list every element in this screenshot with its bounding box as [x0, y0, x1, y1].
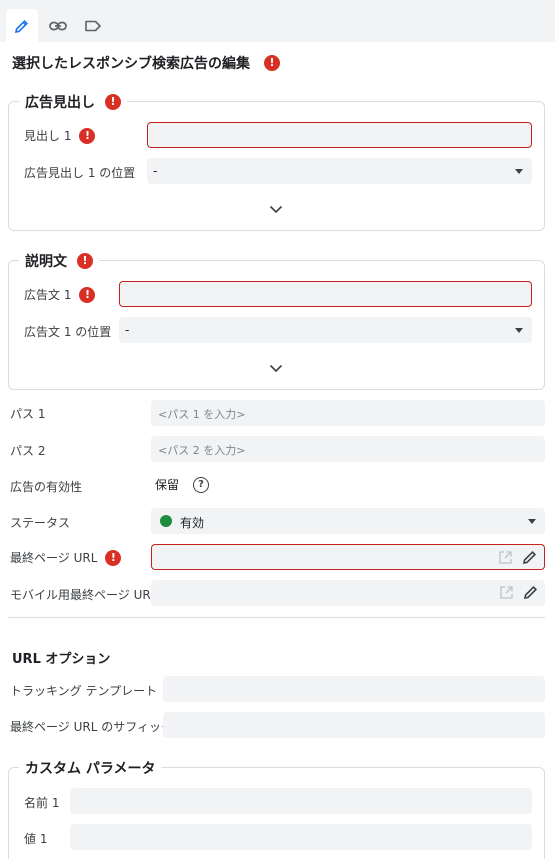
status-select[interactable]: 有効	[151, 508, 545, 534]
dropdown-caret-icon	[515, 169, 523, 174]
final-url-label: 最終ページ URL !	[10, 549, 122, 566]
description-1-position-label: 広告文 1 の位置	[24, 323, 111, 340]
param-value-1-label-text: 値 1	[24, 832, 48, 846]
final-url-suffix-label: 最終ページ URL のサフィックス	[10, 718, 185, 735]
tracking-template-label-text: トラッキング テンプレート	[10, 684, 158, 698]
final-url-label-text: 最終ページ URL	[10, 551, 98, 565]
tracking-template-label: トラッキング テンプレート	[10, 682, 157, 699]
mobile-url-label-text: モバイル用最終ページ URL	[10, 588, 158, 602]
final-url-input[interactable]	[151, 544, 545, 570]
dropdown-caret-icon	[528, 519, 536, 524]
headline-1-position-label-text: 広告見出し 1 の位置	[24, 166, 136, 180]
param-name-1-label-text: 名前 1	[24, 796, 60, 810]
ad-strength-value-text: 保留	[155, 478, 180, 492]
url-options-title: URL オプション	[12, 652, 111, 667]
error-icon: !	[105, 94, 121, 110]
ad-strength-label: 広告の有効性	[10, 478, 82, 495]
tab-labels[interactable]	[77, 9, 109, 42]
mobile-url-label: モバイル用最終ページ URL	[10, 586, 157, 603]
path-1-input[interactable]: <パス 1 を入力>	[151, 400, 545, 426]
param-name-1-label: 名前 1	[24, 794, 59, 811]
path-2-label-text: パス 2	[10, 444, 46, 458]
edit-pencil-icon[interactable]	[523, 584, 539, 603]
param-value-1-label: 値 1	[24, 830, 47, 847]
tracking-template-input[interactable]	[163, 676, 545, 702]
headline-1-label-text: 見出し 1	[24, 129, 72, 143]
help-icon[interactable]: ?	[193, 476, 210, 493]
headlines-legend-text: 広告見出し	[25, 95, 95, 111]
pencil-icon	[14, 18, 30, 34]
error-icon: !	[264, 55, 280, 71]
path-1-placeholder: <パス 1 を入力>	[158, 408, 246, 421]
headline-1-input[interactable]	[147, 122, 532, 148]
path-1-label-text: パス 1	[10, 407, 46, 421]
param-name-1-input[interactable]	[70, 788, 532, 814]
description-1-position-value: -	[125, 323, 130, 337]
custom-params-legend-text: カスタム パラメータ	[25, 761, 156, 777]
error-icon: !	[77, 253, 93, 269]
custom-params-legend: カスタム パラメータ	[19, 758, 162, 778]
link-icon	[49, 20, 67, 32]
path-2-input[interactable]: <パス 2 を入力>	[151, 436, 545, 462]
dropdown-caret-icon	[515, 328, 523, 333]
status-label-text: ステータス	[10, 516, 71, 530]
descriptions-legend-text: 説明文	[25, 254, 67, 270]
label-icon	[84, 20, 102, 32]
status-value: 有効	[180, 516, 205, 530]
final-url-suffix-input[interactable]	[163, 712, 545, 738]
expand-chevron-icon[interactable]	[269, 363, 283, 373]
edit-pencil-icon[interactable]	[522, 549, 538, 568]
description-1-position-select[interactable]: -	[119, 317, 532, 343]
status-enabled-dot-icon	[160, 515, 172, 527]
ad-strength-label-text: 広告の有効性	[10, 480, 83, 494]
param-value-1-input[interactable]	[70, 824, 532, 850]
final-url-suffix-label-text: 最終ページ URL のサフィックス	[10, 720, 185, 734]
description-1-label-text: 広告文 1	[24, 288, 72, 302]
error-icon: !	[79, 127, 96, 144]
error-icon: !	[79, 286, 96, 303]
headline-1-position-select[interactable]: -	[147, 158, 532, 184]
ad-strength-value: 保留 ?	[155, 476, 210, 493]
description-1-position-label-text: 広告文 1 の位置	[24, 325, 112, 339]
headline-1-position-label: 広告見出し 1 の位置	[24, 164, 135, 181]
path-2-label: パス 2	[10, 442, 45, 459]
headlines-legend: 広告見出し !	[19, 92, 127, 112]
path-1-label: パス 1	[10, 405, 45, 422]
page-title-text: 選択したレスポンシブ検索広告の編集	[12, 56, 250, 72]
status-label: ステータス	[10, 514, 70, 531]
tab-edit[interactable]	[6, 9, 38, 42]
open-in-new-icon[interactable]	[499, 585, 514, 603]
tab-links[interactable]	[42, 9, 74, 42]
headline-1-label: 見出し 1 !	[24, 127, 96, 144]
expand-chevron-icon[interactable]	[269, 204, 283, 214]
description-1-input[interactable]	[119, 281, 532, 307]
description-1-label: 広告文 1 !	[24, 286, 96, 303]
mobile-url-input[interactable]	[151, 580, 545, 606]
headline-1-position-value: -	[153, 164, 158, 178]
descriptions-legend: 説明文 !	[19, 251, 99, 271]
error-icon: !	[105, 549, 122, 566]
open-in-new-icon[interactable]	[498, 550, 513, 568]
page-title: 選択したレスポンシブ検索広告の編集 !	[12, 53, 280, 73]
path-2-placeholder: <パス 2 を入力>	[158, 444, 246, 457]
editor-tab-bar	[0, 0, 555, 42]
section-divider	[8, 617, 545, 618]
